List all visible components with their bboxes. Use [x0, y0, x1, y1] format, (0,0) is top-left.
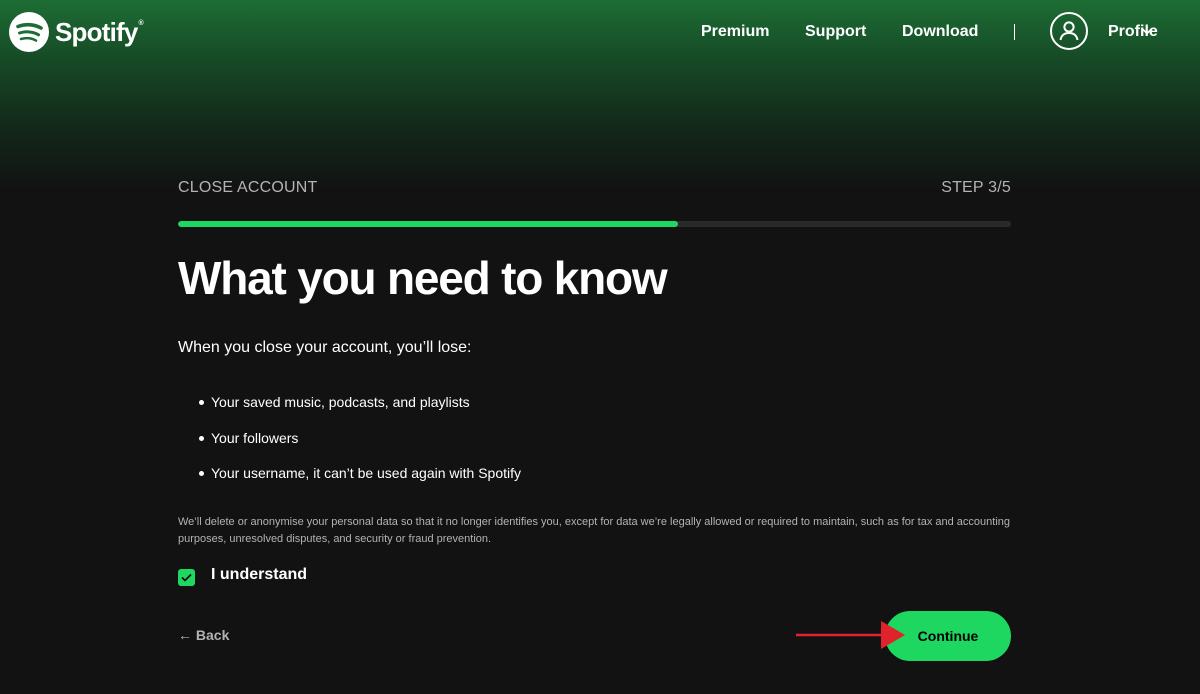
step-indicator: STEP 3/5 — [941, 179, 1011, 196]
top-navigation-bar: Spotify® Premium Support Download Profil… — [0, 0, 1200, 64]
close-account-step: CLOSE ACCOUNT STEP 3/5 What you need to … — [178, 176, 1011, 661]
profile-avatar-button[interactable] — [1050, 12, 1088, 50]
nav-divider — [1014, 24, 1015, 40]
nav-download-link[interactable]: Download — [902, 22, 978, 42]
close-account-page: Spotify® Premium Support Download Profil… — [0, 0, 1200, 694]
progress-bar — [178, 221, 1011, 227]
legal-disclaimer: We’ll delete or anonymise your personal … — [178, 516, 1010, 545]
understand-checkbox[interactable] — [178, 568, 195, 586]
section-label: CLOSE ACCOUNT — [178, 179, 318, 196]
understand-checkbox-row[interactable]: I understand — [178, 564, 307, 586]
spotify-logo-icon — [9, 12, 49, 52]
checkmark-icon — [181, 573, 192, 582]
user-icon — [1059, 21, 1079, 41]
list-item: Your saved music, podcasts, and playlist… — [178, 392, 521, 428]
chevron-down-icon[interactable] — [1141, 26, 1153, 36]
understand-checkbox-label[interactable]: I understand — [211, 564, 307, 586]
step-header: CLOSE ACCOUNT STEP 3/5 — [178, 176, 1011, 200]
page-title: What you need to know — [178, 252, 668, 304]
back-button[interactable]: ← Back — [178, 625, 229, 645]
nav-support-link[interactable]: Support — [805, 22, 866, 42]
loss-list: Your saved music, podcasts, and playlist… — [178, 392, 521, 499]
progress-bar-fill — [178, 221, 678, 227]
annotation-arrow-icon — [796, 621, 905, 649]
registered-mark: ® — [138, 20, 144, 27]
list-item: Your username, it can’t be used again wi… — [178, 463, 521, 499]
spotify-logo[interactable]: Spotify® — [9, 12, 144, 52]
intro-text: When you close your account, you’ll lose… — [178, 339, 472, 356]
nav-premium-link[interactable]: Premium — [701, 22, 769, 42]
list-item: Your followers — [178, 428, 521, 464]
logo-wordmark: Spotify® — [55, 17, 144, 47]
